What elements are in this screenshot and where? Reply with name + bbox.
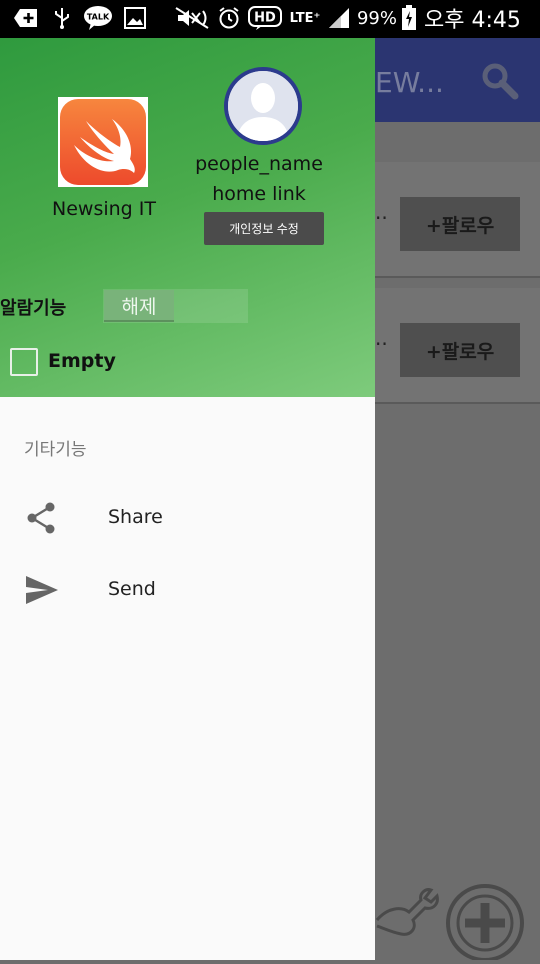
empty-checkbox-label[interactable]: Empty bbox=[48, 350, 116, 372]
background-toolbar bbox=[375, 880, 540, 964]
navigation-drawer: Newsing IT people_name home link 개인정보 수정… bbox=[0, 38, 375, 960]
menu-item-send[interactable]: Send bbox=[0, 558, 375, 622]
avatar[interactable] bbox=[224, 67, 302, 145]
background-app-bar: EW... bbox=[375, 38, 540, 122]
signal-icon bbox=[326, 5, 352, 31]
profile-home-link[interactable]: home link bbox=[190, 183, 328, 205]
card-text: .. bbox=[375, 326, 388, 350]
profile-name: people_name bbox=[195, 153, 323, 175]
app-logo bbox=[58, 97, 148, 187]
plus-icon bbox=[12, 5, 40, 31]
menu-item-share[interactable]: Share bbox=[0, 486, 375, 550]
alarm-toggle[interactable]: 해제 bbox=[103, 289, 248, 323]
card-text: .. bbox=[375, 200, 388, 224]
image-icon bbox=[122, 5, 148, 31]
mute-icon bbox=[174, 5, 210, 31]
follow-button[interactable]: +팔로우 bbox=[400, 197, 520, 251]
kakaotalk-icon: TALK bbox=[82, 5, 114, 31]
battery-icon bbox=[400, 5, 418, 31]
menu-item-label: Share bbox=[108, 506, 163, 528]
search-icon[interactable] bbox=[479, 60, 519, 104]
status-bar: TALK HD LTE⁺ 99% 오후 4:45 bbox=[0, 0, 540, 38]
menu-item-label: Send bbox=[108, 578, 156, 600]
edit-profile-button[interactable]: 개인정보 수정 bbox=[204, 212, 324, 245]
section-title: 기타기능 bbox=[24, 440, 87, 460]
battery-percent: 99% bbox=[356, 7, 397, 29]
add-circle-icon[interactable] bbox=[446, 884, 524, 962]
lte-label: LTE⁺ bbox=[289, 10, 321, 26]
talk-label: TALK bbox=[87, 13, 110, 22]
wrench-icon[interactable] bbox=[375, 888, 439, 936]
lte-icon: LTE⁺ bbox=[286, 5, 324, 31]
alarm-label: 알람기능 bbox=[0, 298, 67, 319]
share-icon bbox=[24, 500, 60, 540]
clock: 오후 4:45 bbox=[424, 8, 521, 33]
alarm-icon bbox=[216, 5, 242, 31]
follow-button[interactable]: +팔로우 bbox=[400, 323, 520, 377]
alarm-toggle-text: 해제 bbox=[104, 290, 174, 322]
drawer-header: Newsing IT people_name home link 개인정보 수정… bbox=[0, 38, 375, 397]
app-name: Newsing IT bbox=[52, 198, 156, 220]
send-icon bbox=[24, 572, 60, 612]
background-app-title: EW... bbox=[375, 66, 444, 99]
empty-checkbox[interactable] bbox=[10, 348, 38, 376]
hd-label: HD bbox=[254, 11, 276, 26]
hd-icon: HD bbox=[248, 5, 282, 31]
background-card: .. +팔로우 bbox=[375, 288, 540, 404]
usb-icon bbox=[50, 5, 74, 31]
background-card: .. +팔로우 bbox=[375, 162, 540, 278]
